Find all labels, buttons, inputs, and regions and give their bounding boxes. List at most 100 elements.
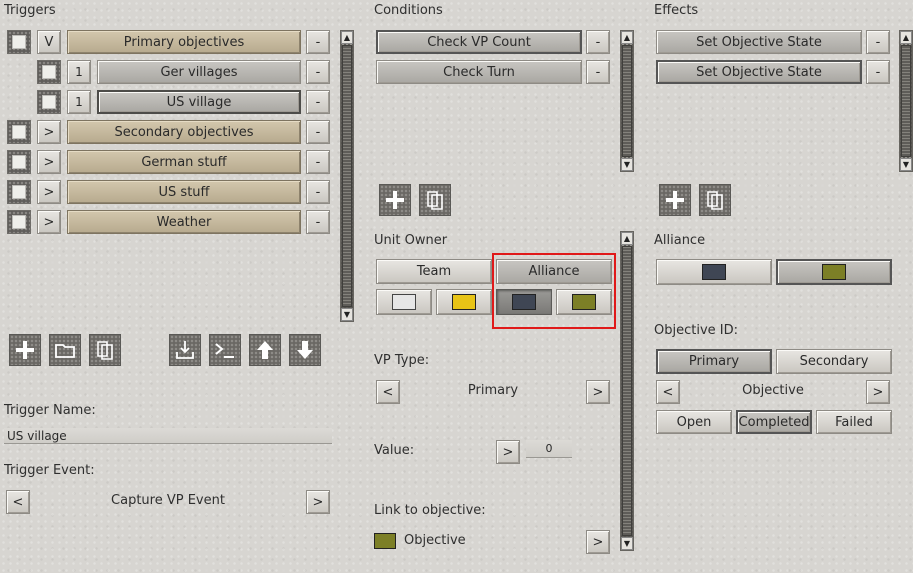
arrow-down-icon xyxy=(297,341,313,359)
trigger-event-prev-button[interactable]: < xyxy=(6,490,30,514)
trigger-name-label: Trigger Name: xyxy=(4,403,96,418)
condition-item-check-vp-count[interactable]: Check VP Count xyxy=(376,30,582,54)
vp-type-next-button[interactable]: > xyxy=(586,380,610,404)
duplicate-trigger-button[interactable] xyxy=(89,334,121,366)
trigger-collapse-toggle[interactable]: V xyxy=(37,30,61,54)
value-step-button[interactable]: > xyxy=(496,440,520,464)
trigger-event-next-button[interactable]: > xyxy=(306,490,330,514)
trigger-checkbox[interactable] xyxy=(7,150,31,174)
alliance-label: Alliance xyxy=(654,233,706,248)
import-button[interactable] xyxy=(169,334,201,366)
scroll-up-arrow[interactable]: ▲ xyxy=(621,31,633,44)
trigger-remove-button[interactable]: - xyxy=(306,120,330,144)
move-up-button[interactable] xyxy=(249,334,281,366)
add-condition-button[interactable] xyxy=(379,184,411,216)
duplicate-effect-button[interactable] xyxy=(699,184,731,216)
copy-icon xyxy=(97,341,113,360)
tab-secondary[interactable]: Secondary xyxy=(776,349,892,374)
scroll-up-arrow[interactable]: ▲ xyxy=(341,31,353,44)
state-completed-button[interactable]: Completed xyxy=(736,410,812,434)
effects-scrollbar[interactable]: ▲ ▼ xyxy=(899,30,913,172)
state-open-button[interactable]: Open xyxy=(656,410,732,434)
owner-color-yellow[interactable] xyxy=(436,289,492,315)
objective-next-button[interactable]: > xyxy=(866,380,890,404)
trigger-expand-toggle[interactable]: > xyxy=(37,210,61,234)
trigger-item-us-village[interactable]: US village xyxy=(97,90,301,114)
trigger-remove-button[interactable]: - xyxy=(306,60,330,84)
trigger-remove-button[interactable]: - xyxy=(306,150,330,174)
vp-type-prev-button[interactable]: < xyxy=(376,380,400,404)
effect-remove-button[interactable]: - xyxy=(866,60,890,84)
link-objective-label: Link to objective: xyxy=(374,503,486,518)
trigger-checkbox[interactable] xyxy=(37,90,61,114)
scrollbar-thumb[interactable] xyxy=(901,45,911,157)
condition-remove-button[interactable]: - xyxy=(586,30,610,54)
trigger-remove-button[interactable]: - xyxy=(306,90,330,114)
trigger-item-weather[interactable]: Weather xyxy=(67,210,301,234)
color-swatch xyxy=(702,264,726,280)
objective-color-swatch xyxy=(374,533,396,549)
move-down-button[interactable] xyxy=(289,334,321,366)
link-objective-next-button[interactable]: > xyxy=(586,530,610,554)
trigger-item-primary-objectives[interactable]: Primary objectives xyxy=(67,30,301,54)
effect-item-set-objective-state[interactable]: Set Objective State xyxy=(656,30,862,54)
script-console-button[interactable] xyxy=(209,334,241,366)
trigger-checkbox[interactable] xyxy=(7,30,31,54)
condition-item-check-turn[interactable]: Check Turn xyxy=(376,60,582,84)
trigger-checkbox[interactable] xyxy=(37,60,61,84)
add-effect-button[interactable] xyxy=(659,184,691,216)
tab-team[interactable]: Team xyxy=(376,259,492,284)
duplicate-condition-button[interactable] xyxy=(419,184,451,216)
trigger-expand-toggle[interactable]: > xyxy=(37,120,61,144)
scrollbar-thumb[interactable] xyxy=(622,246,632,536)
trigger-expand-toggle[interactable]: > xyxy=(37,150,61,174)
trigger-checkbox[interactable] xyxy=(7,120,31,144)
trigger-remove-button[interactable]: - xyxy=(306,210,330,234)
effects-heading: Effects xyxy=(654,3,699,18)
scroll-down-arrow[interactable]: ▼ xyxy=(621,537,633,550)
tab-primary[interactable]: Primary xyxy=(656,349,772,374)
scrollbar-thumb[interactable] xyxy=(342,45,352,307)
scroll-up-arrow[interactable]: ▲ xyxy=(900,31,912,44)
trigger-checkbox[interactable] xyxy=(7,210,31,234)
alliance-color-blue-gray[interactable] xyxy=(656,259,772,285)
objective-value: Objective xyxy=(742,383,804,398)
scroll-down-arrow[interactable]: ▼ xyxy=(621,158,633,171)
trigger-remove-button[interactable]: - xyxy=(306,30,330,54)
owner-color-white[interactable] xyxy=(376,289,432,315)
arrow-up-icon xyxy=(257,341,273,359)
objective-id-label: Objective ID: xyxy=(654,323,738,338)
vp-type-label: VP Type: xyxy=(374,353,430,368)
conditions-detail-scrollbar[interactable]: ▲ ▼ xyxy=(620,231,634,551)
trigger-item-ger-villages[interactable]: Ger villages xyxy=(97,60,301,84)
add-folder-button[interactable] xyxy=(49,334,81,366)
scrollbar-thumb[interactable] xyxy=(622,45,632,157)
effect-item-set-objective-state[interactable]: Set Objective State xyxy=(656,60,862,84)
state-failed-button[interactable]: Failed xyxy=(816,410,892,434)
scroll-down-arrow[interactable]: ▼ xyxy=(900,158,912,171)
plus-icon xyxy=(16,341,34,359)
trigger-item-us-stuff[interactable]: US stuff xyxy=(67,180,301,204)
trigger-checkbox[interactable] xyxy=(7,180,31,204)
scroll-up-arrow[interactable]: ▲ xyxy=(621,232,633,245)
trigger-item-secondary-objectives[interactable]: Secondary objectives xyxy=(67,120,301,144)
plus-icon xyxy=(386,191,404,209)
scroll-down-arrow[interactable]: ▼ xyxy=(341,308,353,321)
console-icon xyxy=(215,343,234,358)
trigger-list-scrollbar[interactable]: ▲ ▼ xyxy=(340,30,354,322)
alliance-color-olive[interactable] xyxy=(776,259,892,285)
color-swatch xyxy=(392,294,416,310)
condition-remove-button[interactable]: - xyxy=(586,60,610,84)
add-trigger-button[interactable] xyxy=(9,334,41,366)
trigger-item-german-stuff[interactable]: German stuff xyxy=(67,150,301,174)
objective-prev-button[interactable]: < xyxy=(656,380,680,404)
vp-type-value: Primary xyxy=(467,383,519,398)
trigger-name-input[interactable]: US village xyxy=(4,428,332,444)
value-input[interactable]: 0 xyxy=(526,440,572,458)
conditions-scrollbar[interactable]: ▲ ▼ xyxy=(620,30,634,172)
effect-remove-button[interactable]: - xyxy=(866,30,890,54)
trigger-event-value: Capture VP Event xyxy=(111,493,225,508)
trigger-remove-button[interactable]: - xyxy=(306,180,330,204)
trigger-expand-toggle[interactable]: > xyxy=(37,180,61,204)
copy-icon xyxy=(707,191,723,210)
